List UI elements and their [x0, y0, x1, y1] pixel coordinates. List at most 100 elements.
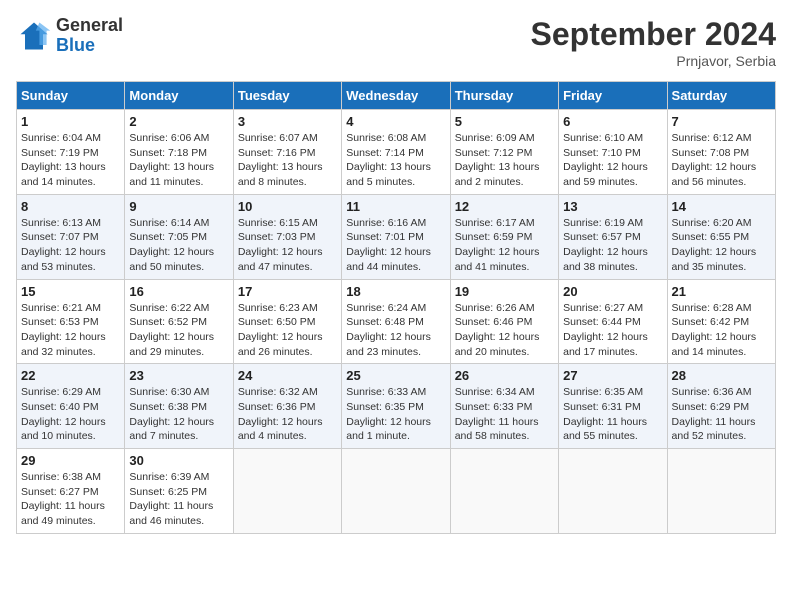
calendar-cell [233, 449, 341, 534]
day-info: Sunrise: 6:22 AMSunset: 6:52 PMDaylight:… [129, 301, 228, 360]
weekday-header-monday: Monday [125, 82, 233, 110]
day-info: Sunrise: 6:06 AMSunset: 7:18 PMDaylight:… [129, 131, 228, 190]
calendar-week-2: 8Sunrise: 6:13 AMSunset: 7:07 PMDaylight… [17, 194, 776, 279]
calendar-cell: 23 Sunrise: 6:30 AMSunset: 6:38 PMDayligh… [125, 364, 233, 449]
calendar-cell: 15 Sunrise: 6:21 AMSunset: 6:53 PMDayligh… [17, 279, 125, 364]
month-title: September 2024 [531, 16, 776, 53]
day-number: 29 [21, 453, 120, 468]
day-info: Sunrise: 6:26 AMSunset: 6:46 PMDaylight:… [455, 301, 554, 360]
day-number: 15 [21, 284, 120, 299]
day-info: Sunrise: 6:32 AMSunset: 6:36 PMDaylight:… [238, 385, 337, 444]
calendar-cell: 5Sunrise: 6:09 AMSunset: 7:12 PMDaylight… [450, 110, 558, 195]
logo: General Blue [16, 16, 123, 56]
weekday-header-sunday: Sunday [17, 82, 125, 110]
calendar-cell: 14 Sunrise: 6:20 AMSunset: 6:55 PMDayligh… [667, 194, 775, 279]
calendar-cell: 16 Sunrise: 6:22 AMSunset: 6:52 PMDayligh… [125, 279, 233, 364]
day-info: Sunrise: 6:16 AMSunset: 7:01 PMDaylight:… [346, 216, 445, 275]
day-info: Sunrise: 6:15 AMSunset: 7:03 PMDaylight:… [238, 216, 337, 275]
calendar-cell: 13 Sunrise: 6:19 AMSunset: 6:57 PMDayligh… [559, 194, 667, 279]
weekday-header-friday: Friday [559, 82, 667, 110]
calendar-cell: 12 Sunrise: 6:17 AMSunset: 6:59 PMDayligh… [450, 194, 558, 279]
day-info: Sunrise: 6:04 AMSunset: 7:19 PMDaylight:… [21, 131, 120, 190]
day-number: 3 [238, 114, 337, 129]
logo-text: General Blue [56, 16, 123, 56]
calendar-cell: 22 Sunrise: 6:29 AMSunset: 6:40 PMDayligh… [17, 364, 125, 449]
calendar-cell: 19 Sunrise: 6:26 AMSunset: 6:46 PMDayligh… [450, 279, 558, 364]
day-info: Sunrise: 6:23 AMSunset: 6:50 PMDaylight:… [238, 301, 337, 360]
day-number: 19 [455, 284, 554, 299]
day-number: 27 [563, 368, 662, 383]
day-number: 2 [129, 114, 228, 129]
day-info: Sunrise: 6:38 AMSunset: 6:27 PMDaylight:… [21, 470, 120, 529]
day-number: 16 [129, 284, 228, 299]
day-info: Sunrise: 6:12 AMSunset: 7:08 PMDaylight:… [672, 131, 771, 190]
day-number: 7 [672, 114, 771, 129]
calendar-cell: 10 Sunrise: 6:15 AMSunset: 7:03 PMDayligh… [233, 194, 341, 279]
day-info: Sunrise: 6:27 AMSunset: 6:44 PMDaylight:… [563, 301, 662, 360]
day-number: 8 [21, 199, 120, 214]
calendar-cell: 24 Sunrise: 6:32 AMSunset: 6:36 PMDayligh… [233, 364, 341, 449]
day-number: 25 [346, 368, 445, 383]
calendar-cell: 27Sunrise: 6:35 AMSunset: 6:31 PMDayligh… [559, 364, 667, 449]
day-number: 13 [563, 199, 662, 214]
location: Prnjavor, Serbia [531, 53, 776, 69]
day-number: 20 [563, 284, 662, 299]
calendar-cell: 4 Sunrise: 6:08 AMSunset: 7:14 PMDaylight… [342, 110, 450, 195]
day-number: 24 [238, 368, 337, 383]
calendar-week-4: 22 Sunrise: 6:29 AMSunset: 6:40 PMDayligh… [17, 364, 776, 449]
day-info: Sunrise: 6:08 AMSunset: 7:14 PMDaylight:… [346, 131, 445, 190]
day-info: Sunrise: 6:21 AMSunset: 6:53 PMDaylight:… [21, 301, 120, 360]
calendar-cell [667, 449, 775, 534]
logo-icon [16, 18, 52, 54]
weekday-header-tuesday: Tuesday [233, 82, 341, 110]
day-info: Sunrise: 6:07 AMSunset: 7:16 PMDaylight:… [238, 131, 337, 190]
day-info: Sunrise: 6:10 AMSunset: 7:10 PMDaylight:… [563, 131, 662, 190]
day-number: 6 [563, 114, 662, 129]
day-number: 26 [455, 368, 554, 383]
day-number: 23 [129, 368, 228, 383]
day-number: 4 [346, 114, 445, 129]
calendar-week-5: 29 Sunrise: 6:38 AMSunset: 6:27 PMDayligh… [17, 449, 776, 534]
calendar-week-3: 15 Sunrise: 6:21 AMSunset: 6:53 PMDayligh… [17, 279, 776, 364]
calendar-cell: 29 Sunrise: 6:38 AMSunset: 6:27 PMDayligh… [17, 449, 125, 534]
calendar-cell: 9 Sunrise: 6:14 AMSunset: 7:05 PMDaylight… [125, 194, 233, 279]
day-info: Sunrise: 6:17 AMSunset: 6:59 PMDaylight:… [455, 216, 554, 275]
day-info: Sunrise: 6:28 AMSunset: 6:42 PMDaylight:… [672, 301, 771, 360]
logo-general: General [56, 16, 123, 36]
calendar-cell: 3 Sunrise: 6:07 AMSunset: 7:16 PMDaylight… [233, 110, 341, 195]
calendar-cell [342, 449, 450, 534]
day-info: Sunrise: 6:20 AMSunset: 6:55 PMDaylight:… [672, 216, 771, 275]
calendar-cell [559, 449, 667, 534]
day-info: Sunrise: 6:34 AMSunset: 6:33 PMDaylight:… [455, 385, 554, 444]
calendar-cell: 25Sunrise: 6:33 AMSunset: 6:35 PMDayligh… [342, 364, 450, 449]
calendar-table: SundayMondayTuesdayWednesdayThursdayFrid… [16, 81, 776, 534]
day-number: 9 [129, 199, 228, 214]
calendar-cell: 8Sunrise: 6:13 AMSunset: 7:07 PMDaylight… [17, 194, 125, 279]
day-number: 21 [672, 284, 771, 299]
day-number: 28 [672, 368, 771, 383]
weekday-header-thursday: Thursday [450, 82, 558, 110]
day-info: Sunrise: 6:36 AMSunset: 6:29 PMDaylight:… [672, 385, 771, 444]
day-info: Sunrise: 6:24 AMSunset: 6:48 PMDaylight:… [346, 301, 445, 360]
calendar-cell: 17Sunrise: 6:23 AMSunset: 6:50 PMDayligh… [233, 279, 341, 364]
day-number: 5 [455, 114, 554, 129]
day-info: Sunrise: 6:30 AMSunset: 6:38 PMDaylight:… [129, 385, 228, 444]
day-info: Sunrise: 6:39 AMSunset: 6:25 PMDaylight:… [129, 470, 228, 529]
day-info: Sunrise: 6:14 AMSunset: 7:05 PMDaylight:… [129, 216, 228, 275]
calendar-week-1: 1Sunrise: 6:04 AMSunset: 7:19 PMDaylight… [17, 110, 776, 195]
day-number: 10 [238, 199, 337, 214]
calendar-cell [450, 449, 558, 534]
logo-blue: Blue [56, 36, 123, 56]
day-info: Sunrise: 6:19 AMSunset: 6:57 PMDaylight:… [563, 216, 662, 275]
calendar-cell: 6 Sunrise: 6:10 AMSunset: 7:10 PMDaylight… [559, 110, 667, 195]
calendar-cell: 30Sunrise: 6:39 AMSunset: 6:25 PMDayligh… [125, 449, 233, 534]
day-info: Sunrise: 6:29 AMSunset: 6:40 PMDaylight:… [21, 385, 120, 444]
day-number: 18 [346, 284, 445, 299]
calendar-cell: 28 Sunrise: 6:36 AMSunset: 6:29 PMDayligh… [667, 364, 775, 449]
day-number: 12 [455, 199, 554, 214]
title-block: September 2024 Prnjavor, Serbia [531, 16, 776, 69]
day-number: 22 [21, 368, 120, 383]
day-number: 14 [672, 199, 771, 214]
weekday-header-saturday: Saturday [667, 82, 775, 110]
page-header: General Blue September 2024 Prnjavor, Se… [16, 16, 776, 69]
